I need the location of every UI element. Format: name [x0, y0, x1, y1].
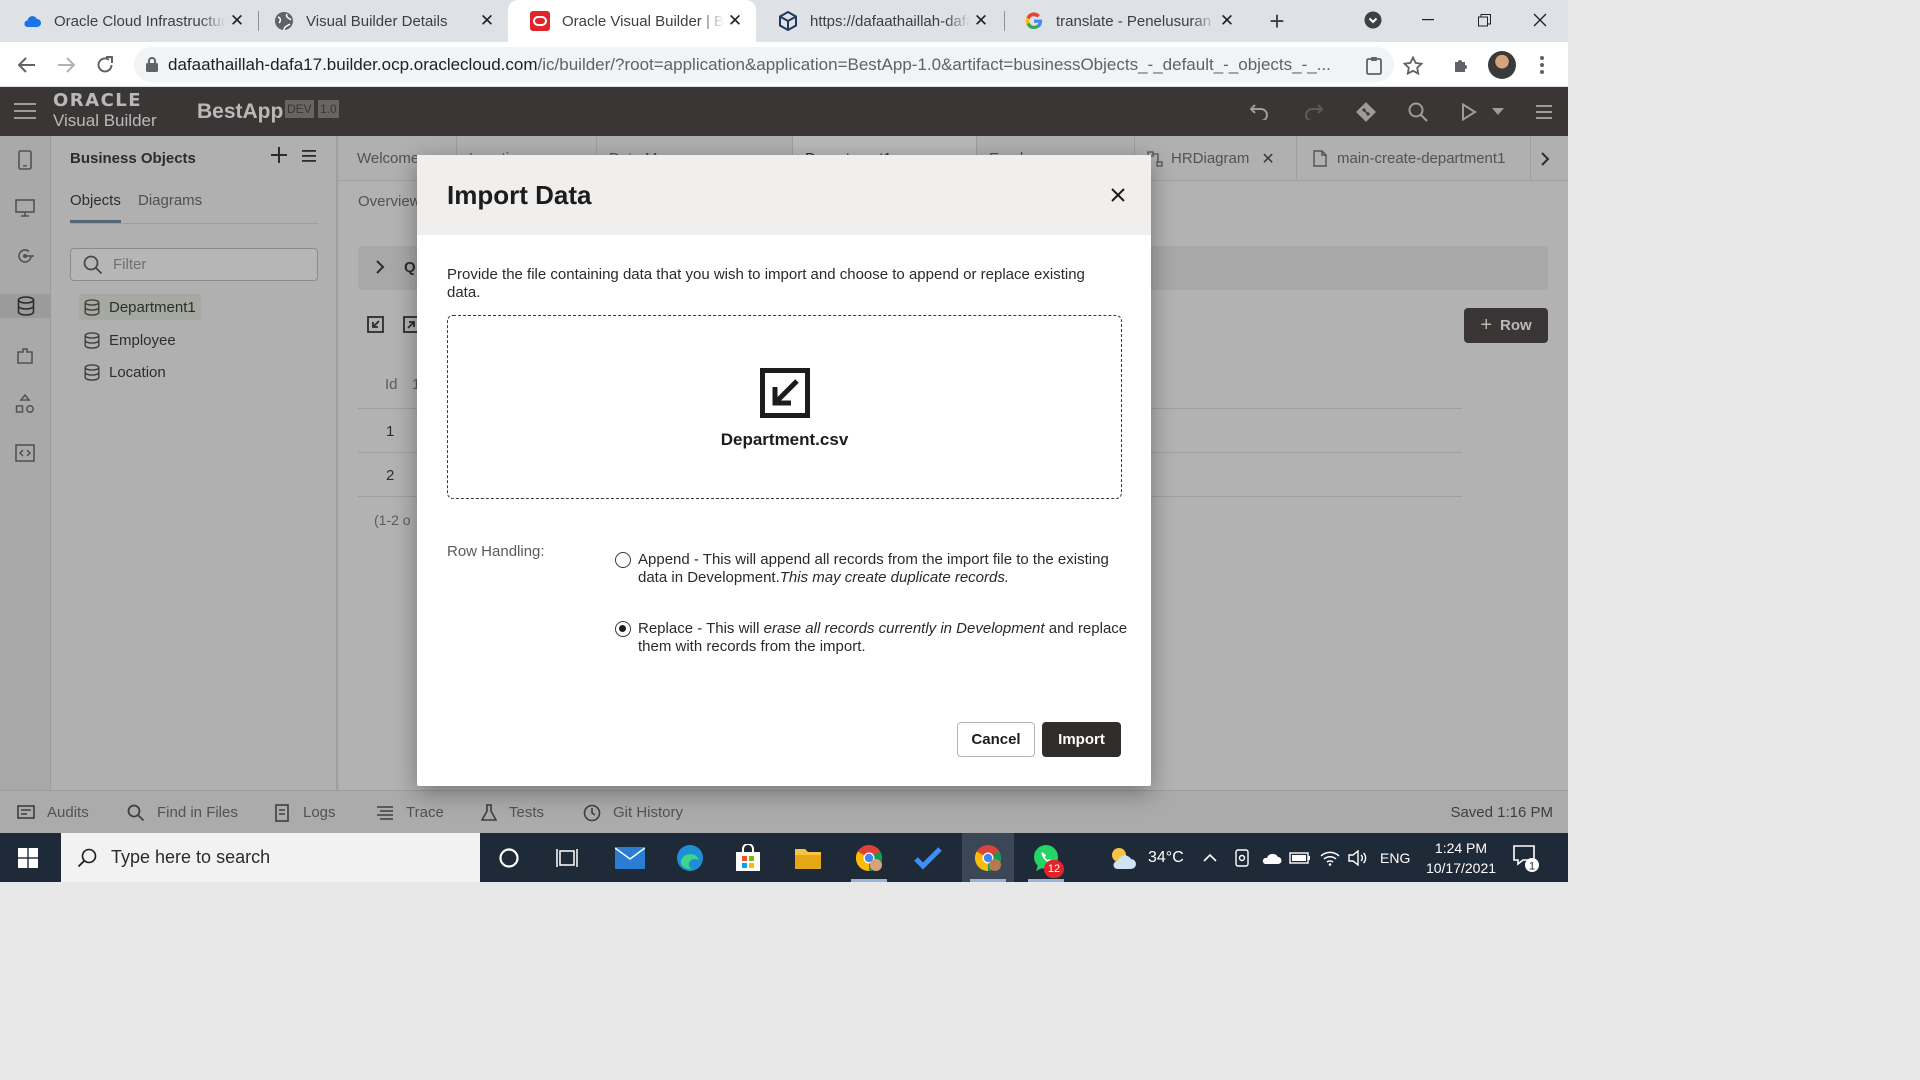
meet-now-icon[interactable]	[1233, 833, 1251, 882]
dialog-title: Import Data	[447, 180, 592, 210]
replace-radio[interactable]	[615, 621, 631, 637]
notification-center-icon[interactable]: 1	[1511, 843, 1541, 873]
battery-icon[interactable]	[1289, 833, 1311, 882]
svg-text:1: 1	[1529, 861, 1535, 873]
browser-tab-active[interactable]: Oracle Visual Builder | BestApp ✕	[508, 0, 756, 42]
import-data-dialog: Import Data Provide the file containing …	[417, 155, 1151, 786]
url-host: dafaathaillah-dafa17.builder.ocp.oraclec…	[168, 54, 538, 74]
weather-widget[interactable]: 34°C	[1108, 833, 1184, 882]
row-handling-label: Row Handling:	[447, 543, 545, 560]
whatsapp-unread-badge: 12	[1044, 860, 1064, 878]
lock-icon	[146, 57, 158, 72]
import-button[interactable]: Import	[1042, 722, 1121, 757]
dialog-header: Import Data	[417, 155, 1151, 235]
close-tab-icon[interactable]: ✕	[970, 10, 992, 32]
close-tab-icon[interactable]: ✕	[1216, 10, 1238, 32]
taskbar-search-box[interactable]: Type here to search	[61, 833, 480, 882]
browser-toolbar: dafaathaillah-dafa17.builder.ocp.oraclec…	[0, 42, 1568, 87]
close-tab-icon[interactable]: ✕	[476, 10, 498, 32]
selected-file-name: Department.csv	[720, 430, 849, 449]
cloud-icon	[22, 11, 42, 31]
onedrive-cloud-icon[interactable]	[1260, 833, 1282, 882]
todo-check-icon[interactable]	[902, 833, 954, 882]
url-path: /ic/builder/?root=application&applicatio…	[537, 54, 1331, 74]
kebab-menu-icon[interactable]	[1526, 49, 1558, 81]
append-radio[interactable]	[615, 552, 631, 568]
file-explorer-icon[interactable]	[782, 833, 834, 882]
chrome-profile-icon[interactable]	[843, 833, 895, 882]
close-tab-icon[interactable]: ✕	[226, 10, 248, 32]
back-arrow-icon[interactable]	[11, 49, 43, 81]
globe-icon	[274, 11, 294, 31]
input-language[interactable]: ENG	[1380, 833, 1410, 882]
star-bookmark-icon[interactable]	[1397, 49, 1429, 81]
cortana-icon[interactable]	[483, 833, 535, 882]
append-option-text[interactable]: Append - This will append all records fr…	[638, 551, 1128, 587]
edge-browser-icon[interactable]	[664, 833, 716, 882]
windows-start-icon[interactable]	[18, 848, 38, 868]
reload-icon[interactable]	[89, 49, 121, 81]
browser-tab[interactable]: translate - Penelusuran Google ✕	[1002, 0, 1248, 42]
dialog-description: Provide the file containing data that yo…	[447, 266, 1085, 301]
browser-tab-strip: Oracle Cloud Infrastructure ✕ Visual Bui…	[0, 0, 1568, 42]
extensions-puzzle-icon[interactable]	[1446, 49, 1478, 81]
weather-sun-cloud-icon	[1112, 847, 1136, 869]
oracle-icon	[530, 11, 550, 31]
restore-icon[interactable]	[1456, 0, 1512, 40]
mail-icon[interactable]	[604, 833, 656, 882]
profile-avatar[interactable]	[1488, 51, 1516, 79]
close-dialog-icon[interactable]	[1106, 183, 1130, 207]
close-window-icon[interactable]	[1512, 0, 1568, 40]
store-icon[interactable]	[722, 833, 774, 882]
windows-taskbar: Type here to search 34°C ENG 1:24 PM 10/…	[0, 833, 1568, 882]
close-tab-icon[interactable]: ✕	[724, 10, 746, 32]
browser-tab[interactable]: Visual Builder Details ✕	[252, 0, 508, 42]
new-tab-button[interactable]: +	[1262, 6, 1292, 36]
task-view-icon[interactable]	[541, 833, 593, 882]
google-icon	[1024, 11, 1044, 31]
show-hidden-icons-icon[interactable]	[1203, 833, 1217, 882]
search-icon	[77, 848, 97, 868]
browser-tab[interactable]: Oracle Cloud Infrastructure ✕	[0, 0, 258, 42]
forward-arrow-icon[interactable]	[50, 49, 82, 81]
tab-search-icon[interactable]	[1345, 0, 1401, 40]
replace-option-text[interactable]: Replace - This will erase all records cu…	[638, 620, 1128, 656]
cancel-button[interactable]: Cancel	[957, 722, 1035, 757]
import-file-icon	[760, 368, 810, 418]
volume-icon[interactable]	[1348, 833, 1368, 882]
wifi-icon[interactable]	[1320, 833, 1340, 882]
chrome-icon[interactable]	[962, 833, 1014, 882]
minimize-icon[interactable]	[1400, 0, 1456, 40]
clipboard-icon[interactable]	[1358, 49, 1390, 81]
browser-tab[interactable]: https://dafaathaillah-dafa17 ✕	[756, 0, 1002, 42]
address-bar[interactable]: dafaathaillah-dafa17.builder.ocp.oraclec…	[134, 47, 1394, 82]
taskbar-clock[interactable]: 1:24 PM 10/17/2021	[1416, 838, 1506, 878]
file-drop-zone[interactable]: Department.csv	[447, 315, 1122, 499]
cube-icon	[778, 11, 798, 31]
